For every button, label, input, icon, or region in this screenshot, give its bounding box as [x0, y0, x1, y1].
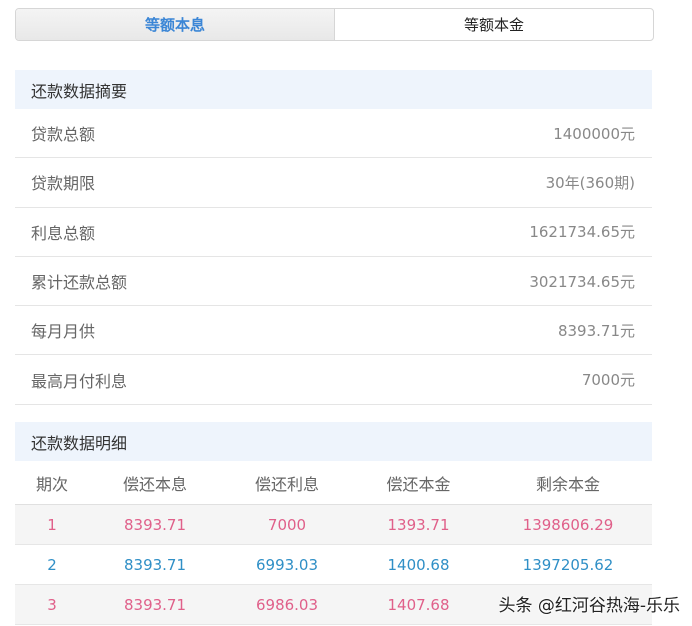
detail-section-title: 还款数据明细 — [15, 422, 652, 461]
column-header-remaining: 剩余本金 — [535, 474, 600, 494]
table-cell: 1 — [47, 515, 57, 534]
summary-row-loan-amount: 贷款总额 1400000元 — [15, 109, 652, 159]
table-cell: 7000 — [267, 515, 307, 534]
summary-value: 1400000元 — [553, 124, 635, 143]
summary-row-monthly-payment: 每月月供 8393.71元 — [15, 306, 652, 356]
table-cell: 6993.03 — [255, 555, 319, 574]
summary-value: 7000元 — [581, 371, 635, 390]
table-cell: 1393.71 — [387, 515, 450, 534]
table-cell: 1400.68 — [387, 555, 450, 574]
table-cell: 8393.71 — [123, 595, 187, 614]
table-cell: 8393.71 — [123, 515, 187, 534]
summary-row-max-monthly-interest: 最高月付利息 7000元 — [15, 355, 652, 405]
column-header-payment: 偿还本息 — [122, 474, 187, 494]
repayment-method-toggle: 等额本息 等额本金 — [15, 8, 654, 41]
table-cell: 1398606.29 — [522, 515, 614, 534]
table-cell: 1407.68 — [387, 595, 450, 614]
table-cell: 2 — [47, 555, 57, 574]
watermark-text: 头条 @红河谷热海-乐乐 — [498, 596, 680, 616]
summary-row-loan-term: 贷款期限 30年(360期) — [15, 158, 652, 208]
summary-label: 贷款期限 — [31, 174, 96, 194]
table-row: 2 8393.71 6993.03 1400.68 1397205.62 — [15, 545, 652, 585]
tab-equal-principal[interactable]: 等额本金 — [335, 9, 653, 40]
summary-section-title: 还款数据摘要 — [15, 70, 652, 109]
summary-label: 贷款总额 — [31, 125, 96, 145]
loan-calculator-results: 等额本息 等额本金 还款数据摘要 贷款总额 1400000元 贷款期限 30年(… — [0, 0, 692, 626]
tab-equal-installment[interactable]: 等额本息 — [16, 9, 335, 40]
summary-label: 每月月供 — [31, 322, 96, 342]
summary-label: 利息总额 — [31, 223, 96, 243]
table-cell: 1397205.62 — [522, 555, 614, 574]
summary-label: 最高月付利息 — [31, 371, 128, 391]
table-cell: 3 — [47, 595, 57, 614]
summary-list: 贷款总额 1400000元 贷款期限 30年(360期) 利息总额 162173… — [15, 109, 652, 405]
column-header-interest: 偿还利息 — [254, 474, 319, 494]
column-header-principal: 偿还本金 — [386, 474, 451, 494]
summary-row-total-interest: 利息总额 1621734.65元 — [15, 208, 652, 257]
table-header-row: 期次 偿还本息 偿还利息 偿还本金 剩余本金 — [15, 461, 652, 505]
column-header-period: 期次 — [35, 474, 68, 494]
table-cell: 8393.71 — [123, 555, 187, 574]
summary-label: 累计还款总额 — [31, 273, 128, 293]
table-row: 1 8393.71 7000 1393.71 1398606.29 — [15, 505, 652, 545]
summary-row-total-repayment: 累计还款总额 3021734.65元 — [15, 257, 652, 307]
summary-value: 8393.71元 — [557, 321, 635, 340]
table-cell: 6986.03 — [255, 595, 319, 614]
summary-value: 30年(360期) — [545, 173, 635, 192]
summary-value: 1621734.65元 — [529, 223, 635, 242]
summary-value: 3021734.65元 — [529, 272, 635, 291]
